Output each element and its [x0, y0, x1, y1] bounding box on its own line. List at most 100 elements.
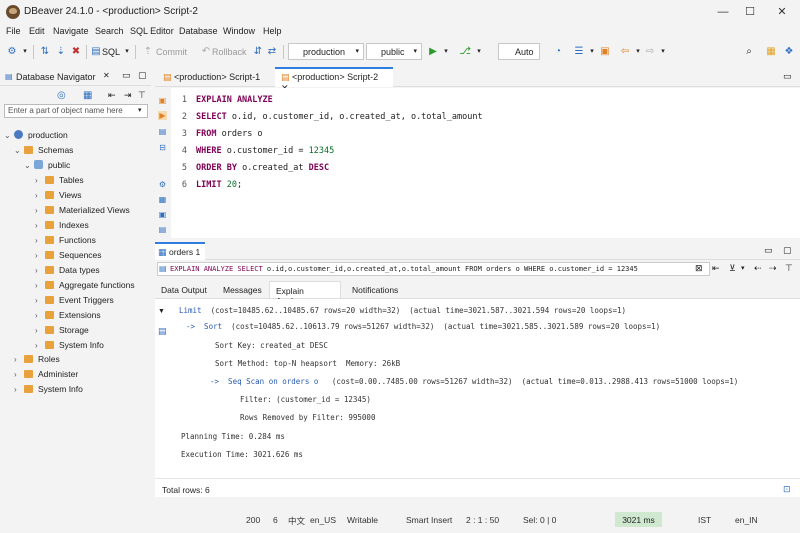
results-filter-input[interactable]: EXPLAIN ANALYZE SELECT o.id,o.customer_i…: [157, 262, 710, 276]
tree-item[interactable]: › Functions: [35, 235, 96, 250]
filter-forward-icon[interactable]: ⇢: [769, 263, 777, 274]
menu-navigate[interactable]: Navigate: [53, 26, 89, 36]
filter-settings-icon[interactable]: ⊤: [785, 263, 793, 274]
tab-messages[interactable]: Messages: [217, 281, 268, 298]
execute-dropdown-icon[interactable]: ▾: [440, 46, 452, 58]
auto-commit-toggle[interactable]: Auto: [498, 43, 540, 60]
toggle-results-icon[interactable]: ▤: [158, 225, 167, 234]
minimize-results-icon[interactable]: ▭: [764, 245, 773, 256]
tree-item[interactable]: › Extensions: [35, 310, 101, 325]
tree-item[interactable]: › Indexes: [35, 220, 89, 235]
tree-item[interactable]: › Tables: [35, 175, 84, 190]
rollback-button[interactable]: Rollback: [212, 47, 247, 57]
collapsed-arrow-icon[interactable]: ›: [35, 221, 45, 230]
disconnect-icon[interactable]: ⇣: [55, 46, 67, 58]
tree-item[interactable]: ⌄ public: [24, 160, 70, 175]
collapsed-arrow-icon[interactable]: ›: [14, 355, 24, 364]
filter-dropdown-icon[interactable]: ▾: [138, 106, 142, 114]
tree-item[interactable]: › Data types: [35, 265, 100, 280]
maximize-results-icon[interactable]: ▢: [783, 245, 792, 256]
maximize-results-icon[interactable]: ▣: [158, 210, 167, 219]
sql-editor-icon[interactable]: ▤: [90, 46, 102, 58]
view-menu-icon[interactable]: ⊤: [138, 90, 146, 101]
execute-new-tab-icon[interactable]: ▤: [158, 127, 167, 136]
minimize-button[interactable]: —: [715, 4, 731, 20]
tree-item[interactable]: › System Info: [14, 384, 83, 399]
tree-item[interactable]: › Aggregate functions: [35, 280, 135, 295]
invalidate-icon[interactable]: ✖: [70, 46, 82, 58]
link-editor-icon[interactable]: ⇥: [124, 90, 132, 101]
outline-icon[interactable]: ▦: [158, 195, 167, 204]
minimize-view-icon[interactable]: ▭: [122, 70, 131, 81]
connect-icon[interactable]: ⇅: [39, 46, 51, 58]
collapsed-arrow-icon[interactable]: ›: [14, 385, 24, 394]
format-icon[interactable]: ☰: [573, 46, 585, 58]
forward-dropdown-icon[interactable]: ▾: [657, 46, 669, 58]
menu-file[interactable]: File: [6, 26, 21, 36]
menu-search[interactable]: Search: [95, 26, 124, 36]
tree-item[interactable]: ⌄ production: [4, 130, 68, 145]
collapsed-arrow-icon[interactable]: ›: [35, 326, 45, 335]
collapsed-arrow-icon[interactable]: ›: [35, 296, 45, 305]
tree-item[interactable]: › Views: [35, 190, 82, 205]
back-icon[interactable]: ⇦: [619, 46, 631, 58]
collapsed-arrow-icon[interactable]: ›: [35, 176, 45, 185]
clear-filter-icon[interactable]: ⊠: [695, 263, 703, 274]
explain-icon[interactable]: ⊟: [158, 143, 167, 152]
explain-plan-icon[interactable]: ⎇: [459, 46, 471, 58]
menu-help[interactable]: Help: [263, 26, 282, 36]
apply-filter-icon[interactable]: ⊻: [729, 263, 736, 274]
tree-item[interactable]: › Sequences: [35, 250, 102, 265]
execute-script-icon[interactable]: ▶: [158, 111, 167, 120]
menu-edit[interactable]: Edit: [29, 26, 45, 36]
collapsed-arrow-icon[interactable]: ›: [14, 370, 24, 379]
menu-window[interactable]: Window: [223, 26, 255, 36]
new-connection-icon[interactable]: ⚙: [6, 46, 18, 58]
collapsed-arrow-icon[interactable]: ›: [35, 311, 45, 320]
commit-button[interactable]: Commit: [156, 47, 187, 57]
schema-selector[interactable]: public ▾: [366, 43, 422, 60]
collapsed-arrow-icon[interactable]: ›: [35, 341, 45, 350]
tab-explain-analyze[interactable]: Explain Analyze: [269, 281, 341, 306]
datasource-selector[interactable]: production ▾: [288, 43, 364, 60]
history-icon[interactable]: ◔: [552, 46, 564, 58]
minimize-editor-icon[interactable]: ▭: [783, 71, 792, 82]
tree-item[interactable]: ⌄ Schemas: [14, 145, 73, 160]
export-icon[interactable]: ⊡: [783, 484, 791, 495]
tab-data-output[interactable]: Data Output: [155, 281, 213, 298]
filter-settings-icon[interactable]: ◎: [57, 90, 66, 101]
tab-notifications[interactable]: Notifications: [346, 281, 404, 298]
sql-dropdown-icon[interactable]: ▾: [121, 46, 133, 58]
collapsed-arrow-icon[interactable]: ›: [35, 251, 45, 260]
explain-dropdown-icon[interactable]: ▾: [473, 46, 485, 58]
maximize-view-icon[interactable]: ▢: [138, 70, 147, 81]
maximize-button[interactable]: ☐: [742, 4, 758, 20]
tree-item[interactable]: › Materialized Views: [35, 205, 130, 220]
rollback-icon[interactable]: ↶: [200, 46, 212, 58]
copy-plan-icon[interactable]: ▤: [158, 326, 167, 337]
results-tab[interactable]: ▦ orders 1: [155, 242, 205, 260]
transaction-log-icon[interactable]: ⇄: [266, 46, 278, 58]
transaction-mode-icon[interactable]: ⇵: [252, 46, 264, 58]
expanded-arrow-icon[interactable]: ⌄: [4, 131, 14, 140]
search-icon[interactable]: ⌕: [743, 46, 755, 58]
collapsed-arrow-icon[interactable]: ›: [35, 191, 45, 200]
menu-database[interactable]: Database: [179, 26, 218, 36]
menu-sql-editor[interactable]: SQL Editor: [130, 26, 174, 36]
settings-icon[interactable]: ⚙: [158, 180, 167, 189]
navigator-filter-input[interactable]: Enter a part of object name here: [4, 104, 148, 118]
filter-dropdown-icon[interactable]: ▾: [741, 264, 745, 272]
collapsed-arrow-icon[interactable]: ›: [35, 266, 45, 275]
tree-item[interactable]: › System Info: [35, 340, 104, 355]
tab-script-1[interactable]: ▤ <production> Script-1: [157, 67, 277, 87]
tab-script-2[interactable]: ▤ <production> Script-2 ✕: [275, 67, 393, 93]
back-dropdown-icon[interactable]: ▾: [632, 46, 644, 58]
dbeaver-perspective-icon[interactable]: ❖: [783, 46, 795, 58]
expanded-arrow-icon[interactable]: ⌄: [24, 161, 34, 170]
perspective-icon[interactable]: ▦: [765, 46, 777, 58]
bookmark-icon[interactable]: ▣: [599, 46, 611, 58]
forward-icon[interactable]: ⇨: [644, 46, 656, 58]
filter-back-icon[interactable]: ⇠: [754, 263, 762, 274]
collapsed-arrow-icon[interactable]: ›: [35, 206, 45, 215]
tree-item[interactable]: › Roles: [14, 354, 60, 369]
